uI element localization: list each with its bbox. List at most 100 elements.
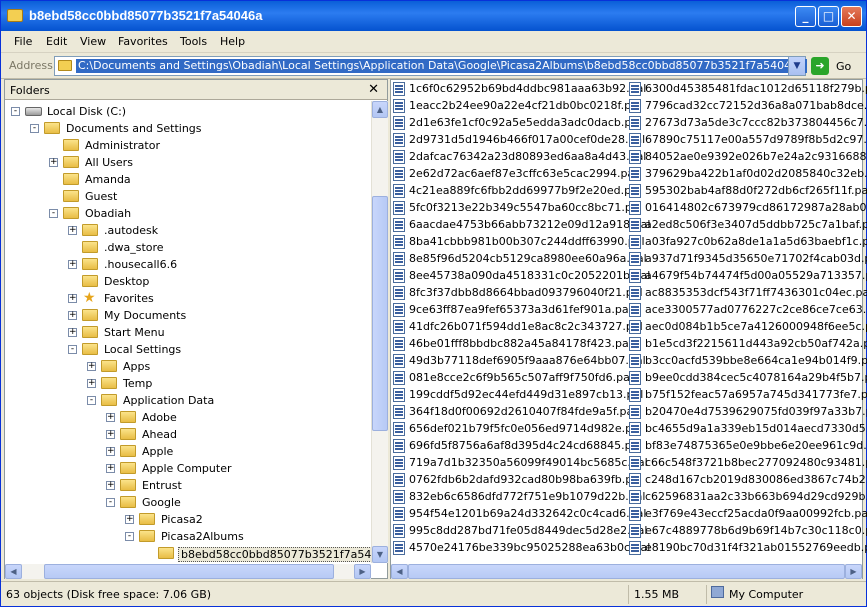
collapse-icon[interactable]: - [49, 209, 58, 218]
pal-file-icon [393, 218, 405, 232]
file-name: c66c548f3721b8bec277092480c93481.pal [645, 456, 867, 469]
collapse-icon[interactable]: - [106, 498, 115, 507]
expand-icon[interactable]: + [125, 515, 134, 524]
folder-tree-vertical-scrollbar[interactable]: ▲ ▼ [371, 101, 388, 563]
go-button[interactable]: ➜ Go [811, 56, 861, 76]
expand-icon[interactable]: + [106, 481, 115, 490]
file-name: bf83e74875365e0e9bbe6e20ee961c9d.pal [645, 439, 867, 452]
menu-tools[interactable]: Tools [180, 35, 207, 48]
expand-icon[interactable]: + [68, 311, 77, 320]
folder-icon [7, 9, 23, 22]
tree-item-label: Entrust [142, 479, 182, 492]
scroll-up-button[interactable]: ▲ [372, 101, 388, 118]
file-name: 2d1e63fe1cf0c92a5e5edda3adc0dacb.pal [409, 116, 642, 129]
expand-icon[interactable]: + [68, 226, 77, 235]
folder-icon [101, 360, 117, 372]
explorer-window: b8ebd58cc0bbd85077b3521f7a54046a _ □ ✕ F… [0, 0, 867, 607]
folder-icon [82, 241, 98, 253]
expand-icon[interactable]: + [106, 447, 115, 456]
file-name: c62596831aa2c33b663b694d29cd929b.pal [645, 490, 867, 503]
pal-file-icon [629, 235, 641, 249]
scroll-thumb[interactable] [44, 564, 334, 579]
tree-item-label: Ahead [142, 428, 177, 441]
tree-item-label: Apps [123, 360, 151, 373]
expand-icon[interactable]: + [68, 260, 77, 269]
folder-icon [82, 343, 98, 355]
file-name: b20470e4d7539629075fd039f97a33b7.pal [645, 405, 867, 418]
file-name: 719a7d1b32350a56099f49014bc5685c.pal [409, 456, 648, 469]
address-dropdown-button[interactable]: ▼ [788, 57, 805, 75]
address-value: C:\Documents and Settings\Obadiah\Local … [76, 59, 807, 73]
tree-item-label: Adobe [142, 411, 177, 424]
tree-item-label: Local Settings [104, 343, 182, 356]
tree-item-label: Guest [85, 190, 118, 203]
menu-edit[interactable]: Edit [46, 35, 67, 48]
expand-icon[interactable]: + [49, 158, 58, 167]
maximize-button[interactable]: □ [818, 6, 839, 27]
tree-item-label: .dwa_store [104, 241, 164, 254]
pal-file-icon [629, 456, 641, 470]
file-name: e8190bc70d31f4f321ab01552769eedb.pal [645, 541, 867, 554]
tree-item-label: Temp [123, 377, 153, 390]
pal-file-icon [393, 99, 405, 113]
expand-icon[interactable]: + [106, 430, 115, 439]
file-name: 2d9731d5d1946b466f017a00cef0de28.pal [409, 133, 646, 146]
menu-file[interactable]: File [14, 35, 32, 48]
collapse-icon[interactable]: - [68, 345, 77, 354]
tree-item-label: Picasa2 [161, 513, 203, 526]
pal-file-icon [629, 388, 641, 402]
scroll-thumb[interactable] [408, 564, 845, 579]
menu-favorites[interactable]: Favorites [118, 35, 168, 48]
collapse-icon[interactable]: - [87, 396, 96, 405]
expand-icon[interactable]: + [106, 464, 115, 473]
file-name: 8ba41cbbb981b00b307c244ddff63990.pal [409, 235, 645, 248]
expand-icon[interactable]: + [68, 328, 77, 337]
folder-tree-horizontal-scrollbar[interactable]: ◀ ▶ [5, 564, 371, 579]
expand-icon[interactable]: + [87, 379, 96, 388]
pal-file-icon [393, 252, 405, 266]
pal-file-icon [629, 269, 641, 283]
file-name: 9ce63ff87ea9fef65373a3d61fef901a.pal [409, 303, 632, 316]
expand-icon[interactable]: + [106, 413, 115, 422]
collapse-icon[interactable]: - [30, 124, 39, 133]
file-name: 2dafcac76342a23d80893ed6aa8a4d43.pal [409, 150, 647, 163]
scroll-down-button[interactable]: ▼ [372, 546, 388, 563]
tree-item-label: Amanda [85, 173, 131, 186]
pal-file-icon [629, 405, 641, 419]
folder-icon [120, 428, 136, 440]
scroll-thumb[interactable] [372, 196, 388, 431]
folder-icon [120, 479, 136, 491]
folder-icon [120, 462, 136, 474]
expand-icon[interactable]: + [87, 362, 96, 371]
menu-help[interactable]: Help [220, 35, 245, 48]
collapse-icon[interactable]: - [125, 532, 134, 541]
collapse-icon[interactable]: - [11, 107, 20, 116]
file-name: ace3300577ad0776227c2ce86ce7ce63.pal [645, 303, 867, 316]
folder-icon [82, 275, 98, 287]
menu-view[interactable]: View [80, 35, 106, 48]
pal-file-icon [629, 150, 641, 164]
scroll-right-button[interactable]: ▶ [354, 564, 371, 579]
minimize-button[interactable]: _ [795, 6, 816, 27]
pal-file-icon [393, 337, 405, 351]
address-input[interactable]: C:\Documents and Settings\Obadiah\Local … [54, 56, 807, 76]
scroll-left-button[interactable]: ◀ [391, 564, 408, 579]
folder-icon [58, 60, 72, 71]
pal-file-icon [393, 320, 405, 334]
tree-item-label: Google [142, 496, 181, 509]
pal-file-icon [629, 252, 641, 266]
close-button[interactable]: ✕ [841, 6, 862, 27]
scroll-right-button[interactable]: ▶ [845, 564, 862, 579]
expand-icon[interactable]: + [68, 294, 77, 303]
tree-item-label: My Documents [104, 309, 187, 322]
folders-pane-close-button[interactable]: ✕ [368, 82, 379, 97]
title-bar[interactable]: b8ebd58cc0bbd85077b3521f7a54046a _ □ ✕ [1, 1, 866, 31]
file-name: 8ee45738a090da4518331c0c2052201b.pal [409, 269, 651, 282]
pal-file-icon [393, 388, 405, 402]
status-size: 1.55 MB [628, 585, 684, 604]
file-name: 656def021b79f5fc0e056ed9714d982e.pal [409, 422, 642, 435]
scroll-left-button[interactable]: ◀ [5, 564, 22, 579]
file-list-horizontal-scrollbar[interactable]: ◀ ▶ [391, 564, 862, 579]
tree-item-label: Application Data [123, 394, 215, 407]
file-name: bc4655d9a1a339eb15d014aecd7330d5.pal [645, 422, 867, 435]
